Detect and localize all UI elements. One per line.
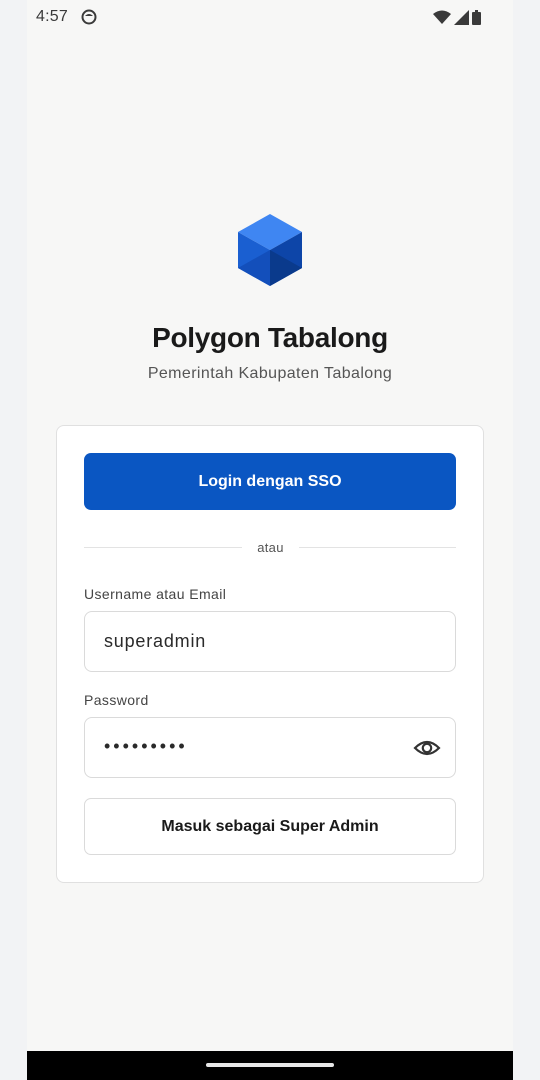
- login-card: Login dengan SSO atau Username atau Emai…: [56, 425, 484, 883]
- superadmin-login-button[interactable]: Masuk sebagai Super Admin: [84, 798, 456, 855]
- battery-icon: [472, 9, 481, 25]
- status-bar: 4:57: [27, 0, 513, 34]
- cell-signal-icon: [454, 9, 469, 25]
- eye-icon[interactable]: [413, 736, 441, 760]
- username-label: Username atau Email: [84, 586, 227, 602]
- divider-line-right: [299, 547, 456, 548]
- username-input[interactable]: superadmin: [84, 611, 456, 672]
- status-icons: [433, 9, 481, 25]
- app-subtitle: Pemerintah Kabupaten Tabalong: [147, 365, 393, 382]
- app-screen: 4:57 Polygon Tabalong Pemerintah Kabupat…: [27, 0, 513, 1080]
- sso-login-button[interactable]: Login dengan SSO: [84, 453, 456, 510]
- navigation-bar: [27, 1051, 513, 1080]
- hexagon-cube-logo: [238, 214, 302, 286]
- divider-text: atau: [257, 540, 284, 555]
- divider-line-left: [84, 547, 242, 548]
- password-value: •••••••••: [104, 736, 188, 756]
- wifi-icon: [433, 10, 451, 24]
- password-input[interactable]: •••••••••: [84, 717, 456, 778]
- password-label: Password: [84, 692, 149, 708]
- username-value: superadmin: [104, 631, 207, 651]
- status-time: 4:57: [36, 8, 68, 25]
- home-indicator[interactable]: [206, 1063, 334, 1067]
- app-title: Polygon Tabalong: [152, 322, 388, 353]
- app-notification-icon: [81, 9, 97, 25]
